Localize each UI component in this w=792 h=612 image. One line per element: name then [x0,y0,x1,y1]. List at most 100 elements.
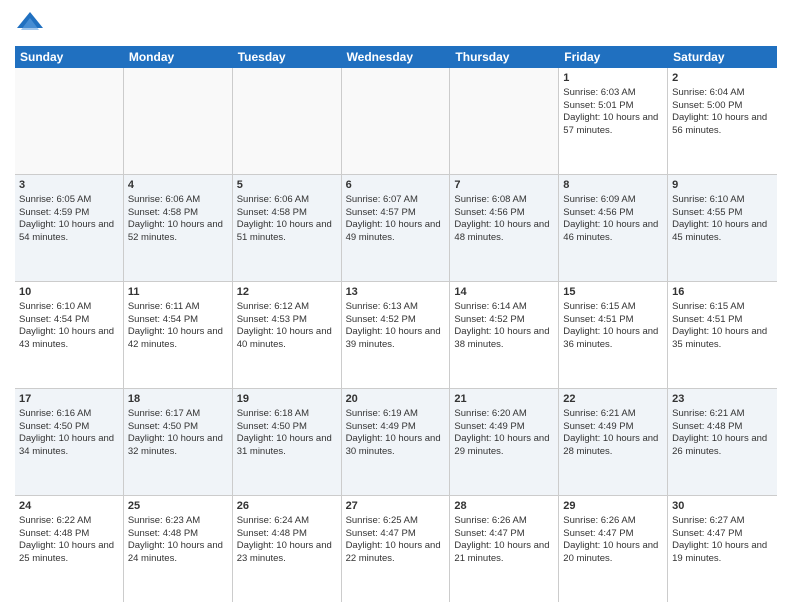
sunrise-text: Sunrise: 6:20 AM [454,408,526,419]
sunrise-text: Sunrise: 6:06 AM [128,194,200,205]
sunrise-text: Sunrise: 6:10 AM [672,194,744,205]
daylight-text: Daylight: 10 hours and 45 minutes. [672,219,767,243]
day-number: 29 [563,499,663,514]
daylight-text: Daylight: 10 hours and 20 minutes. [563,540,658,564]
header-day-monday: Monday [124,46,233,68]
day-number: 10 [19,285,119,300]
sunset-text: Sunset: 4:51 PM [563,314,633,325]
cal-cell-empty-3 [342,68,451,174]
sunset-text: Sunset: 4:52 PM [454,314,524,325]
calendar-page: SundayMondayTuesdayWednesdayThursdayFrid… [0,0,792,612]
header-day-thursday: Thursday [450,46,559,68]
header-day-friday: Friday [559,46,668,68]
sunrise-text: Sunrise: 6:09 AM [563,194,635,205]
daylight-text: Daylight: 10 hours and 26 minutes. [672,433,767,457]
day-number: 8 [563,178,663,193]
day-number: 23 [672,392,773,407]
cal-cell-18: 18Sunrise: 6:17 AMSunset: 4:50 PMDayligh… [124,389,233,495]
daylight-text: Daylight: 10 hours and 28 minutes. [563,433,658,457]
cal-cell-5: 5Sunrise: 6:06 AMSunset: 4:58 PMDaylight… [233,175,342,281]
sunrise-text: Sunrise: 6:06 AM [237,194,309,205]
sunrise-text: Sunrise: 6:26 AM [454,515,526,526]
cal-cell-22: 22Sunrise: 6:21 AMSunset: 4:49 PMDayligh… [559,389,668,495]
calendar-header: SundayMondayTuesdayWednesdayThursdayFrid… [15,46,777,68]
page-header [15,10,777,40]
day-number: 9 [672,178,773,193]
cal-cell-empty-1 [124,68,233,174]
sunset-text: Sunset: 4:48 PM [128,528,198,539]
sunrise-text: Sunrise: 6:12 AM [237,301,309,312]
day-number: 14 [454,285,554,300]
cal-cell-3: 3Sunrise: 6:05 AMSunset: 4:59 PMDaylight… [15,175,124,281]
day-number: 24 [19,499,119,514]
day-number: 25 [128,499,228,514]
day-number: 12 [237,285,337,300]
sunset-text: Sunset: 4:58 PM [237,207,307,218]
sunrise-text: Sunrise: 6:10 AM [19,301,91,312]
day-number: 3 [19,178,119,193]
cal-cell-empty-2 [233,68,342,174]
sunset-text: Sunset: 4:52 PM [346,314,416,325]
day-number: 21 [454,392,554,407]
sunrise-text: Sunrise: 6:14 AM [454,301,526,312]
cal-cell-empty-0 [15,68,124,174]
sunrise-text: Sunrise: 6:15 AM [672,301,744,312]
daylight-text: Daylight: 10 hours and 39 minutes. [346,326,441,350]
cal-cell-7: 7Sunrise: 6:08 AMSunset: 4:56 PMDaylight… [450,175,559,281]
daylight-text: Daylight: 10 hours and 51 minutes. [237,219,332,243]
sunset-text: Sunset: 4:55 PM [672,207,742,218]
day-number: 30 [672,499,773,514]
daylight-text: Daylight: 10 hours and 36 minutes. [563,326,658,350]
sunset-text: Sunset: 4:48 PM [672,421,742,432]
cal-cell-26: 26Sunrise: 6:24 AMSunset: 4:48 PMDayligh… [233,496,342,602]
cal-cell-15: 15Sunrise: 6:15 AMSunset: 4:51 PMDayligh… [559,282,668,388]
daylight-text: Daylight: 10 hours and 48 minutes. [454,219,549,243]
sunset-text: Sunset: 4:48 PM [237,528,307,539]
day-number: 1 [563,71,663,86]
header-day-wednesday: Wednesday [342,46,451,68]
cal-cell-6: 6Sunrise: 6:07 AMSunset: 4:57 PMDaylight… [342,175,451,281]
header-day-saturday: Saturday [668,46,777,68]
cal-cell-10: 10Sunrise: 6:10 AMSunset: 4:54 PMDayligh… [15,282,124,388]
day-number: 19 [237,392,337,407]
sunrise-text: Sunrise: 6:21 AM [672,408,744,419]
cal-cell-1: 1Sunrise: 6:03 AMSunset: 5:01 PMDaylight… [559,68,668,174]
calendar: SundayMondayTuesdayWednesdayThursdayFrid… [15,46,777,602]
day-number: 17 [19,392,119,407]
calendar-row-4: 17Sunrise: 6:16 AMSunset: 4:50 PMDayligh… [15,389,777,496]
sunset-text: Sunset: 4:47 PM [672,528,742,539]
sunset-text: Sunset: 4:49 PM [454,421,524,432]
cal-cell-16: 16Sunrise: 6:15 AMSunset: 4:51 PMDayligh… [668,282,777,388]
sunset-text: Sunset: 4:49 PM [346,421,416,432]
daylight-text: Daylight: 10 hours and 32 minutes. [128,433,223,457]
cal-cell-24: 24Sunrise: 6:22 AMSunset: 4:48 PMDayligh… [15,496,124,602]
cal-cell-8: 8Sunrise: 6:09 AMSunset: 4:56 PMDaylight… [559,175,668,281]
sunrise-text: Sunrise: 6:08 AM [454,194,526,205]
daylight-text: Daylight: 10 hours and 54 minutes. [19,219,114,243]
sunrise-text: Sunrise: 6:18 AM [237,408,309,419]
sunrise-text: Sunrise: 6:07 AM [346,194,418,205]
sunset-text: Sunset: 4:56 PM [454,207,524,218]
sunrise-text: Sunrise: 6:19 AM [346,408,418,419]
daylight-text: Daylight: 10 hours and 30 minutes. [346,433,441,457]
day-number: 20 [346,392,446,407]
day-number: 6 [346,178,446,193]
sunrise-text: Sunrise: 6:27 AM [672,515,744,526]
daylight-text: Daylight: 10 hours and 34 minutes. [19,433,114,457]
day-number: 22 [563,392,663,407]
sunrise-text: Sunrise: 6:13 AM [346,301,418,312]
sunset-text: Sunset: 4:56 PM [563,207,633,218]
logo [15,10,48,40]
cal-cell-28: 28Sunrise: 6:26 AMSunset: 4:47 PMDayligh… [450,496,559,602]
daylight-text: Daylight: 10 hours and 42 minutes. [128,326,223,350]
daylight-text: Daylight: 10 hours and 19 minutes. [672,540,767,564]
daylight-text: Daylight: 10 hours and 24 minutes. [128,540,223,564]
sunset-text: Sunset: 4:59 PM [19,207,89,218]
calendar-row-1: 1Sunrise: 6:03 AMSunset: 5:01 PMDaylight… [15,68,777,175]
cal-cell-19: 19Sunrise: 6:18 AMSunset: 4:50 PMDayligh… [233,389,342,495]
cal-cell-23: 23Sunrise: 6:21 AM Sunset: 4:48 PMDayligh… [668,389,777,495]
sunset-text: Sunset: 4:50 PM [128,421,198,432]
cal-cell-9: 9Sunrise: 6:10 AM Sunset: 4:55 PMDaylight… [668,175,777,281]
sunrise-text: Sunrise: 6:15 AM [563,301,635,312]
day-number: 13 [346,285,446,300]
